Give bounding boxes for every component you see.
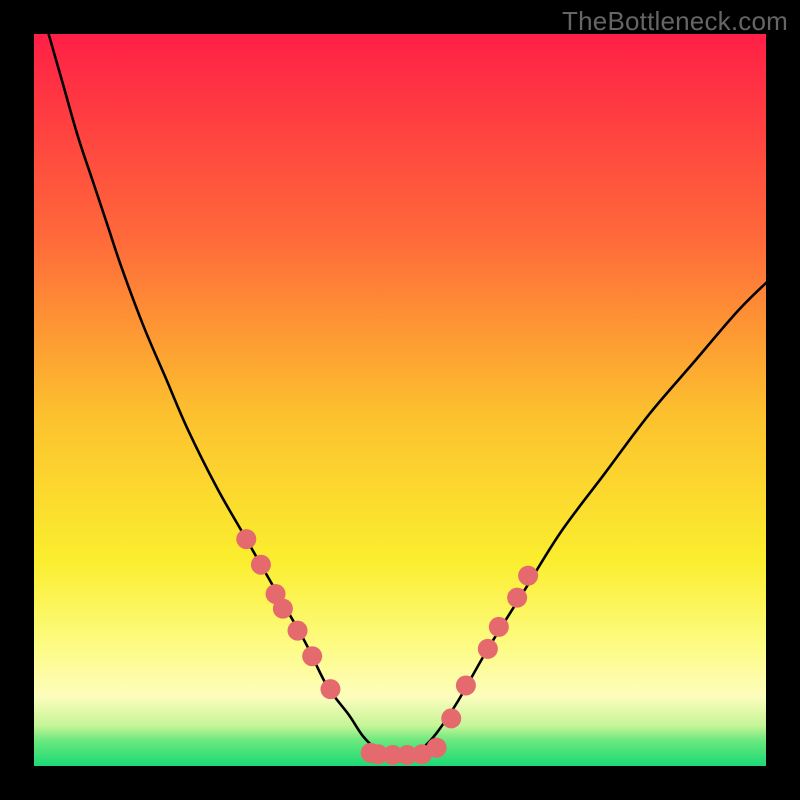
dot-marker (507, 588, 527, 608)
dot-marker (288, 621, 308, 641)
dot-marker (427, 738, 447, 758)
dot-marker (320, 679, 340, 699)
dot-marker (441, 708, 461, 728)
dot-marker (302, 646, 322, 666)
dot-marker (478, 639, 498, 659)
dot-marker (489, 617, 509, 637)
dot-marker (251, 555, 271, 575)
gradient-background (34, 34, 766, 766)
chart-plot (34, 34, 766, 766)
watermark-text: TheBottleneck.com (562, 6, 788, 37)
dot-marker (236, 529, 256, 549)
dot-marker (518, 566, 538, 586)
chart-frame: TheBottleneck.com (0, 0, 800, 800)
dot-marker (273, 599, 293, 619)
dot-marker (456, 675, 476, 695)
